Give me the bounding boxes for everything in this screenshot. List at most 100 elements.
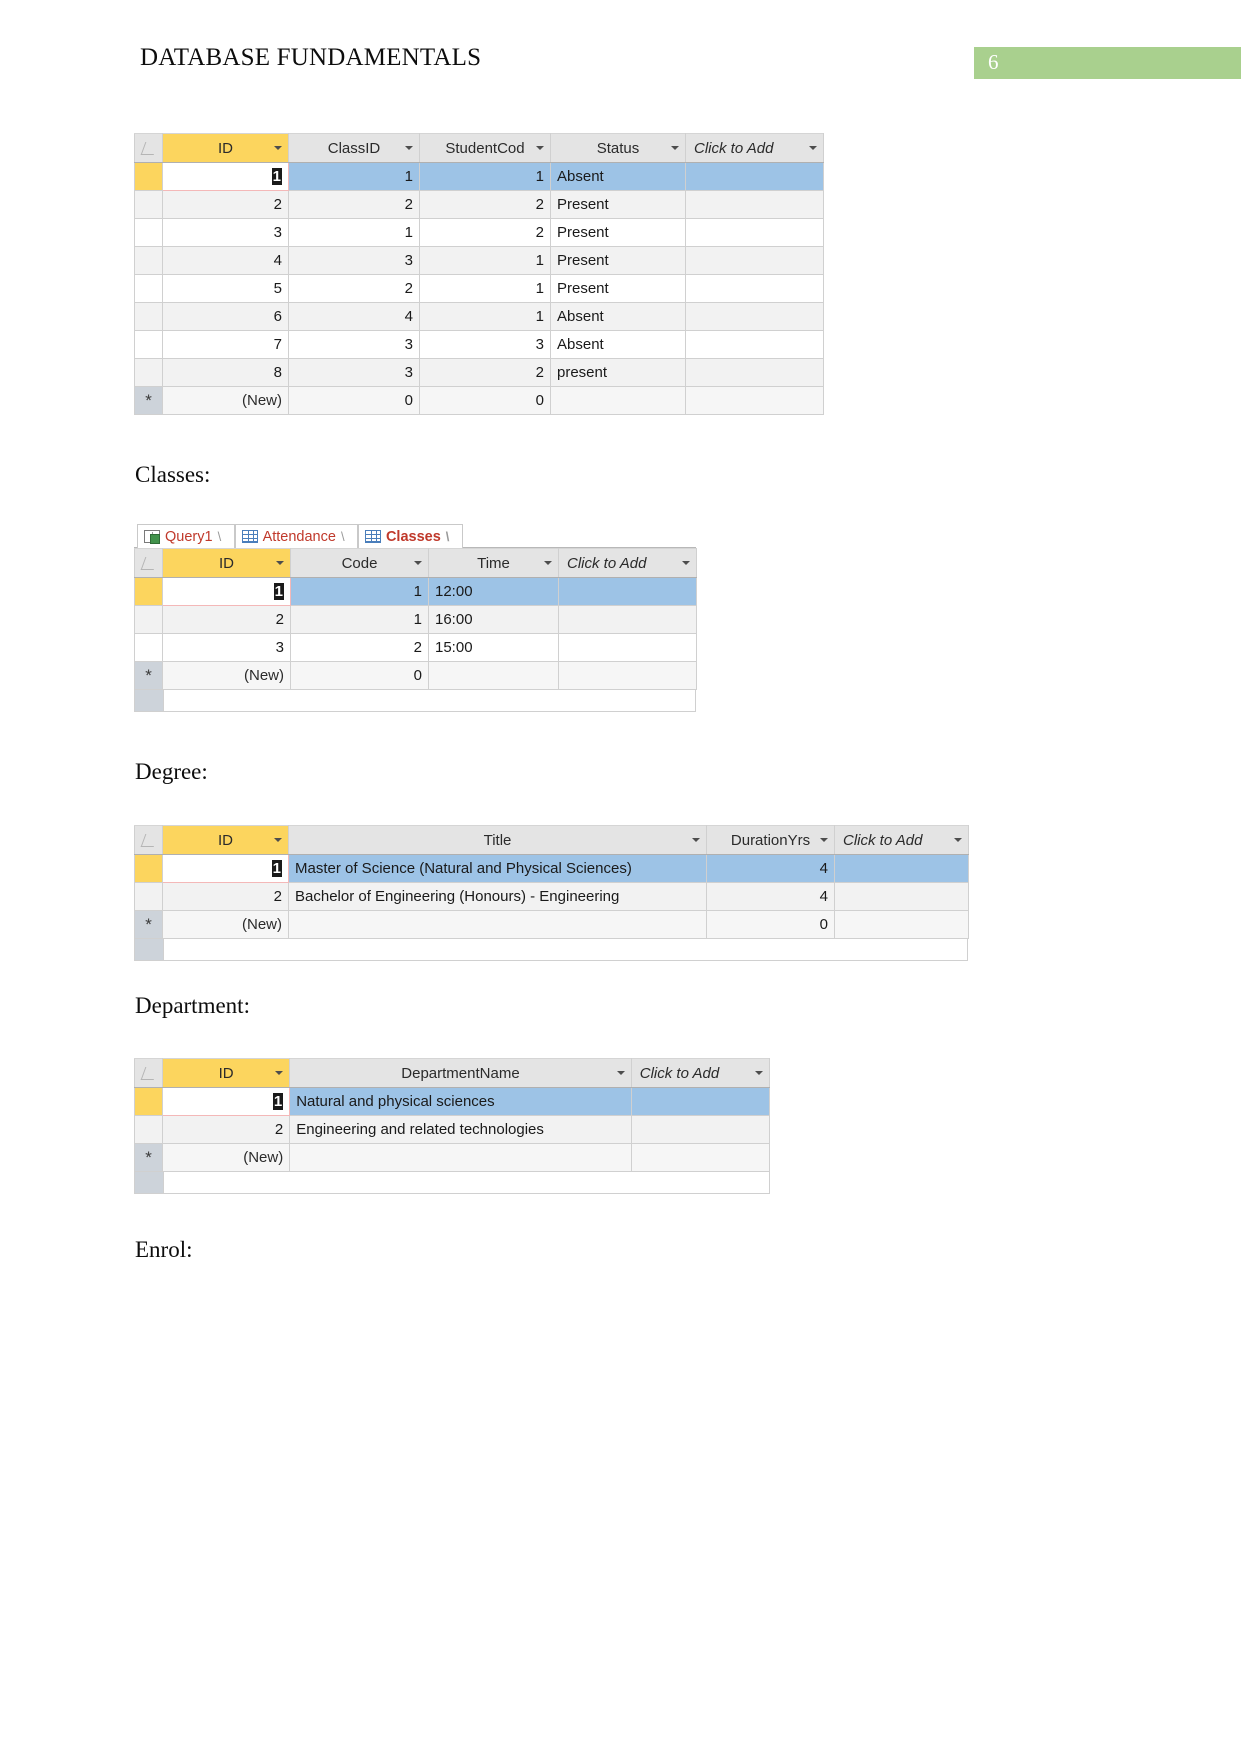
cell-click-to-add[interactable]: [630, 1087, 771, 1116]
chevron-down-icon[interactable]: [274, 838, 282, 842]
cell-id[interactable]: 5: [162, 274, 289, 303]
row-selector[interactable]: [134, 246, 163, 275]
cell-status[interactable]: Present: [550, 246, 686, 275]
cell-click-to-add[interactable]: [630, 1115, 771, 1144]
cell-click-to-add-new[interactable]: [630, 1143, 771, 1172]
chevron-down-icon[interactable]: [616, 1071, 625, 1075]
chevron-down-icon[interactable]: [809, 146, 817, 150]
table-row[interactable]: 1 1 12:00: [134, 577, 697, 606]
column-header-click-to-add[interactable]: Click to Add: [685, 133, 824, 163]
cell-status[interactable]: Absent: [550, 302, 686, 331]
cell-click-to-add[interactable]: [685, 162, 824, 191]
cell-id[interactable]: 1: [162, 162, 289, 191]
row-selector[interactable]: [134, 162, 163, 191]
chevron-down-icon[interactable]: [275, 1071, 284, 1075]
cell-id-new[interactable]: (New): [162, 386, 289, 415]
cell-click-to-add[interactable]: [558, 577, 697, 606]
cell-status[interactable]: Present: [550, 274, 686, 303]
column-header-title[interactable]: Title: [288, 825, 707, 855]
chevron-down-icon[interactable]: [414, 561, 422, 565]
cell-id[interactable]: 1: [162, 854, 289, 883]
cell-studentcod-new[interactable]: 0: [419, 386, 551, 415]
row-selector[interactable]: [133, 1115, 164, 1144]
cell-status[interactable]: Present: [550, 218, 686, 247]
cell-status[interactable]: Absent: [550, 330, 686, 359]
chevron-down-icon[interactable]: [405, 146, 413, 150]
table-row[interactable]: 1 Master of Science (Natural and Physica…: [134, 854, 969, 883]
column-header-click-to-add[interactable]: Click to Add: [630, 1058, 771, 1088]
cell-click-to-add[interactable]: [685, 218, 824, 247]
cell-studentcod[interactable]: 1: [419, 274, 551, 303]
cell-classid[interactable]: 2: [288, 190, 420, 219]
cell-durationyrs[interactable]: 4: [706, 882, 835, 911]
cell-time-new[interactable]: [428, 661, 559, 690]
cell-time[interactable]: 12:00: [428, 577, 559, 606]
row-selector[interactable]: [134, 274, 163, 303]
chevron-down-icon[interactable]: [755, 1071, 763, 1075]
cell-id[interactable]: 3: [162, 633, 291, 662]
tab-classes[interactable]: Classes \: [357, 524, 463, 548]
table-row[interactable]: 1 Natural and physical sciences: [133, 1087, 771, 1116]
chevron-down-icon[interactable]: [536, 146, 544, 150]
cell-click-to-add[interactable]: [685, 190, 824, 219]
column-header-status[interactable]: Status: [550, 133, 686, 163]
cell-click-to-add[interactable]: [834, 854, 969, 883]
cell-click-to-add[interactable]: [685, 358, 824, 387]
cell-click-to-add[interactable]: [685, 330, 824, 359]
table-row[interactable]: 5 2 1 Present: [134, 274, 824, 303]
cell-title[interactable]: Bachelor of Engineering (Honours) - Engi…: [288, 882, 707, 911]
table-row[interactable]: 7 3 3 Absent: [134, 330, 824, 359]
cell-classid-new[interactable]: 0: [288, 386, 420, 415]
column-header-click-to-add[interactable]: Click to Add: [558, 548, 697, 578]
chevron-down-icon[interactable]: [682, 561, 690, 565]
row-selector[interactable]: [134, 605, 163, 634]
cell-code[interactable]: 1: [290, 577, 429, 606]
column-header-code[interactable]: Code: [290, 548, 429, 578]
table-row[interactable]: 2 2 2 Present: [134, 190, 824, 219]
cell-studentcod[interactable]: 1: [419, 162, 551, 191]
row-selector[interactable]: [134, 302, 163, 331]
cell-time[interactable]: 15:00: [428, 633, 559, 662]
row-selector[interactable]: [134, 330, 163, 359]
column-header-studentcod[interactable]: StudentCod: [419, 133, 551, 163]
select-all-icon[interactable]: [134, 825, 163, 855]
cell-id[interactable]: 1: [162, 577, 291, 606]
cell-classid[interactable]: 2: [288, 274, 420, 303]
cell-classid[interactable]: 3: [288, 330, 420, 359]
row-selector[interactable]: [134, 218, 163, 247]
row-selector[interactable]: [133, 1087, 164, 1116]
cell-click-to-add-new[interactable]: [834, 910, 969, 939]
cell-studentcod[interactable]: 2: [419, 190, 551, 219]
cell-click-to-add[interactable]: [558, 633, 697, 662]
cell-durationyrs-new[interactable]: 0: [706, 910, 835, 939]
cell-title-new[interactable]: [288, 910, 707, 939]
cell-departmentname-new[interactable]: [289, 1143, 632, 1172]
cell-status-new[interactable]: [550, 386, 686, 415]
table-row[interactable]: 2 Bachelor of Engineering (Honours) - En…: [134, 882, 969, 911]
row-selector[interactable]: [134, 577, 163, 606]
cell-id-new[interactable]: (New): [162, 910, 289, 939]
table-row[interactable]: 2 Engineering and related technologies: [133, 1115, 771, 1144]
row-selector[interactable]: [134, 190, 163, 219]
cell-departmentname[interactable]: Natural and physical sciences: [289, 1087, 632, 1116]
cell-click-to-add[interactable]: [685, 274, 824, 303]
table-row[interactable]: 4 3 1 Present: [134, 246, 824, 275]
row-selector[interactable]: [134, 854, 163, 883]
select-all-icon[interactable]: [134, 548, 163, 578]
new-record-asterisk-icon[interactable]: *: [133, 1143, 164, 1172]
cell-click-to-add[interactable]: [685, 246, 824, 275]
chevron-down-icon[interactable]: [544, 561, 552, 565]
cell-id[interactable]: 2: [162, 1115, 291, 1144]
cell-id[interactable]: 2: [162, 882, 289, 911]
cell-status[interactable]: present: [550, 358, 686, 387]
cell-id[interactable]: 4: [162, 246, 289, 275]
column-header-departmentname[interactable]: DepartmentName: [289, 1058, 632, 1088]
chevron-down-icon[interactable]: [671, 146, 679, 150]
cell-status[interactable]: Absent: [550, 162, 686, 191]
column-header-id[interactable]: ID: [162, 1058, 291, 1088]
cell-id[interactable]: 3: [162, 218, 289, 247]
cell-studentcod[interactable]: 1: [419, 302, 551, 331]
cell-id[interactable]: 1: [162, 1087, 291, 1116]
cell-id[interactable]: 7: [162, 330, 289, 359]
table-row[interactable]: 2 1 16:00: [134, 605, 697, 634]
